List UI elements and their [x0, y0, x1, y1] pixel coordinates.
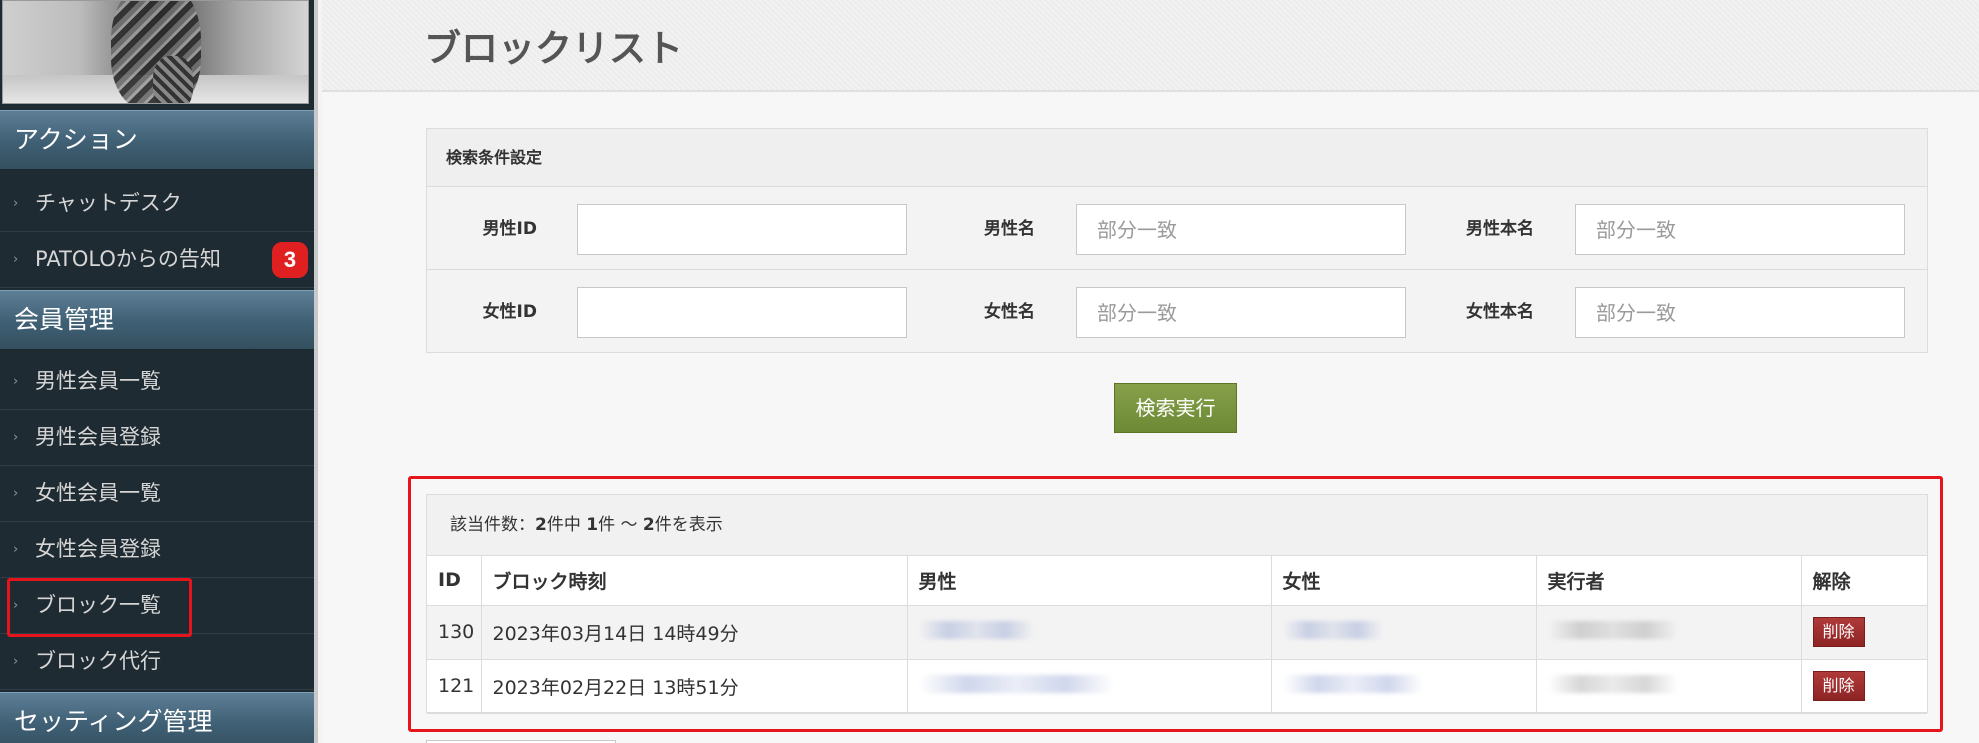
- cell-female[interactable]: [1271, 659, 1537, 714]
- sidebar-item-male-list[interactable]: › 男性会員一覧: [0, 354, 314, 410]
- female-name-input[interactable]: [1076, 287, 1406, 338]
- column-header-executor: 実行者: [1536, 556, 1802, 606]
- chevron-right-icon: ›: [13, 654, 19, 669]
- sidebar-section-action: アクション: [0, 110, 314, 170]
- sidebar-item-label: PATOLOからの告知: [35, 247, 221, 271]
- sidebar-item-female-list[interactable]: › 女性会員一覧: [0, 466, 314, 522]
- male-real-name-input[interactable]: [1575, 204, 1905, 255]
- male-id-label: 男性ID: [482, 219, 537, 239]
- sidebar-item-label: ブロック代行: [35, 649, 161, 673]
- sidebar-item-female-register[interactable]: › 女性会員登録: [0, 522, 314, 578]
- male-id-input[interactable]: [577, 204, 907, 255]
- column-header-unblock: 解除: [1801, 556, 1927, 606]
- table-header-row: ID ブロック時刻 男性 女性 実行者 解除: [427, 556, 1927, 606]
- chevron-right-icon: ›: [13, 430, 19, 445]
- sidebar-item-label: 男性会員登録: [35, 425, 161, 449]
- sidebar-item-label: 女性会員一覧: [35, 481, 161, 505]
- cell-block-time: 2023年02月22日 13時51分: [481, 659, 908, 714]
- male-name-input[interactable]: [1076, 204, 1406, 255]
- cell-id: 121: [427, 659, 482, 714]
- male-name-label: 男性名: [984, 219, 1035, 239]
- chevron-right-icon: ›: [13, 542, 19, 557]
- redacted-text: [1282, 620, 1383, 639]
- notification-badge: 3: [272, 242, 308, 278]
- sidebar: アクション › チャットデスク › PATOLOからの告知 3 会員管理 › 男…: [0, 0, 318, 743]
- main-content: ブロックリスト 検索条件設定 男性ID 男性名 男性本名 女性ID 女性名 女性…: [322, 0, 1979, 743]
- column-header-male: 男性: [907, 556, 1272, 606]
- table-row: 121 2023年02月22日 13時51分 削除: [427, 659, 1927, 714]
- search-panel-heading: 検索条件設定: [427, 129, 1927, 187]
- redacted-text: [1547, 620, 1678, 639]
- chevron-right-icon: ›: [13, 196, 19, 211]
- sidebar-item-block-proxy[interactable]: › ブロック代行: [0, 634, 314, 690]
- cell-male[interactable]: [907, 659, 1272, 714]
- search-panel: 検索条件設定 男性ID 男性名 男性本名 女性ID 女性名 女性本名: [426, 128, 1928, 353]
- female-real-name-label: 女性本名: [1466, 302, 1534, 322]
- cell-executor: [1536, 605, 1802, 660]
- delete-button[interactable]: 削除: [1812, 617, 1865, 647]
- redacted-text: [918, 674, 1114, 693]
- redacted-text: [1282, 674, 1423, 693]
- sidebar-item-male-register[interactable]: › 男性会員登録: [0, 410, 314, 466]
- cell-female[interactable]: [1271, 605, 1537, 660]
- avatar: [2, 0, 309, 104]
- female-id-input[interactable]: [577, 287, 907, 338]
- search-row-male: 男性ID 男性名 男性本名: [427, 188, 1927, 270]
- block-list-table: ID ブロック時刻 男性 女性 実行者 解除 130 2023年03月14日 1…: [427, 556, 1927, 714]
- chevron-right-icon: ›: [13, 374, 19, 389]
- female-name-label: 女性名: [984, 302, 1035, 322]
- cell-male[interactable]: [907, 605, 1272, 660]
- redacted-text: [918, 620, 1034, 639]
- cell-block-time: 2023年03月14日 14時49分: [481, 605, 908, 660]
- female-id-label: 女性ID: [482, 302, 537, 322]
- sidebar-item-label: チャットデスク: [35, 191, 182, 215]
- annotation-highlight-box: [7, 578, 192, 637]
- column-header-block-time: ブロック時刻: [481, 556, 908, 606]
- sidebar-section-settings: セッティング管理: [0, 692, 314, 743]
- search-row-female: 女性ID 女性名 女性本名: [427, 271, 1927, 353]
- sidebar-item-label: 女性会員登録: [35, 537, 161, 561]
- sidebar-item-label: 男性会員一覧: [35, 369, 161, 393]
- title-bar: ブロックリスト: [322, 0, 1979, 92]
- cell-unblock: 削除: [1801, 659, 1927, 714]
- cell-unblock: 削除: [1801, 605, 1927, 660]
- male-real-name-label: 男性本名: [1466, 219, 1534, 239]
- search-submit-button[interactable]: 検索実行: [1114, 383, 1237, 433]
- results-count: 該当件数：2件中 1件 ～ 2件を表示: [427, 495, 1927, 556]
- cell-id: 130: [427, 605, 482, 660]
- results-panel: 該当件数：2件中 1件 ～ 2件を表示 ID ブロック時刻 男性 女性 実行者 …: [426, 494, 1928, 714]
- sidebar-item-chat-desk[interactable]: › チャットデスク: [0, 176, 314, 232]
- delete-button[interactable]: 削除: [1812, 671, 1865, 701]
- sidebar-section-member: 会員管理: [0, 290, 314, 350]
- column-header-id: ID: [427, 556, 482, 606]
- chevron-right-icon: ›: [13, 486, 19, 501]
- column-header-female: 女性: [1271, 556, 1537, 606]
- female-real-name-input[interactable]: [1575, 287, 1905, 338]
- sidebar-item-patolo-notice[interactable]: › PATOLOからの告知 3: [0, 232, 314, 288]
- page-title: ブロックリスト: [424, 27, 683, 70]
- chevron-right-icon: ›: [13, 252, 19, 267]
- cell-executor: [1536, 659, 1802, 714]
- table-row: 130 2023年03月14日 14時49分 削除: [427, 605, 1927, 660]
- redacted-text: [1547, 674, 1678, 693]
